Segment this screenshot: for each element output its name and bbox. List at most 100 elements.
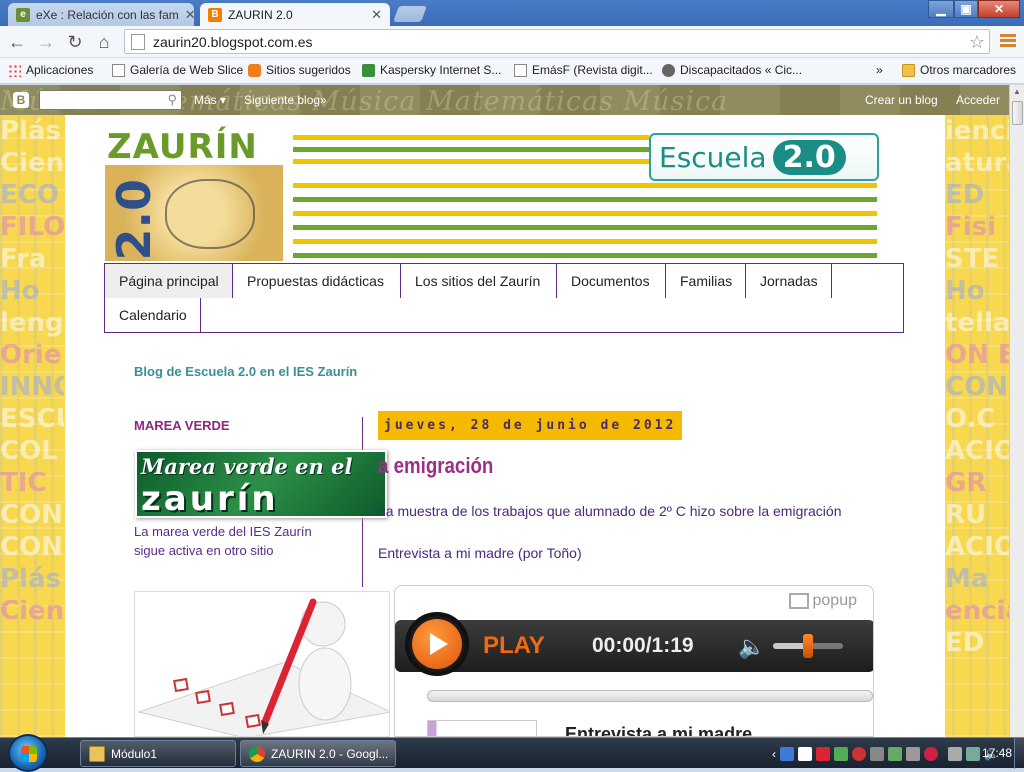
popup-button[interactable]: popup	[788, 592, 857, 610]
decorative-word: ED	[945, 628, 985, 658]
tray-app-icon[interactable]	[834, 746, 848, 761]
bookmark-star-icon[interactable]: ☆	[969, 32, 985, 53]
tray-app-icon[interactable]	[870, 746, 884, 761]
suggested-sites-icon	[248, 63, 261, 77]
tab-pagina-principal[interactable]: Página principal	[105, 264, 233, 298]
maximize-button[interactable]: ▣	[954, 0, 978, 18]
close-tab-icon[interactable]: ✕	[371, 7, 382, 23]
decorative-word: Ma	[945, 564, 989, 594]
tray-app-icon[interactable]	[816, 746, 830, 761]
bookmark-kaspersky[interactable]: Kaspersky Internet S...	[362, 63, 501, 77]
marea-verde-caption[interactable]: La marea verde del IES Zaurín sigue acti…	[134, 522, 344, 560]
time-readout: 00:00/1:19	[592, 634, 694, 657]
banner-stripe	[293, 183, 877, 188]
decorative-word: ACIO	[945, 436, 1009, 466]
volume-knob[interactable]	[803, 634, 813, 658]
tray-app-icon[interactable]	[780, 746, 794, 761]
decorative-word: Plás	[0, 564, 61, 594]
tab-propuestas-didacticas[interactable]: Propuestas didácticas	[233, 264, 401, 298]
volume-slider[interactable]	[773, 634, 843, 658]
taskbar-item-chrome[interactable]: ZAURIN 2.0 - Googl...	[240, 740, 396, 767]
audio-progress-bar[interactable]	[427, 690, 873, 702]
blog-search-input[interactable]: ⚲	[39, 90, 182, 110]
left-decorative-words: PlásCienECOFILOFraHolenguOrieINNOESCUCOL…	[0, 115, 64, 737]
decorative-word: Ho	[945, 276, 985, 306]
tray-app-icon[interactable]	[924, 746, 938, 761]
tab-zaurin[interactable]: B ZAURIN 2.0 ✕	[200, 3, 390, 26]
forward-arrow-icon[interactable]: →	[35, 32, 57, 52]
close-window-button[interactable]: ✕	[978, 0, 1020, 18]
banner-stripe	[293, 159, 649, 164]
decorative-word: STE	[945, 244, 1000, 274]
post-title[interactable]: a emigración	[378, 453, 493, 479]
reload-icon[interactable]: ↻	[64, 32, 86, 52]
decorative-word: Plás	[0, 116, 61, 146]
back-arrow-icon[interactable]: ←	[6, 32, 28, 52]
blog-content: ZAURÍN 2.0 Escuela 2.0 Página principal …	[65, 115, 945, 737]
volume-icon[interactable]: 🔈	[738, 634, 765, 660]
bookmark-emasf[interactable]: EmásF (Revista digit...	[514, 63, 653, 77]
tab-sitios-zaurin[interactable]: Los sitios del Zaurín	[401, 264, 557, 298]
play-button[interactable]	[405, 612, 469, 676]
tab-title: eXe : Relación con las fam	[36, 7, 179, 22]
tray-app-icon[interactable]	[852, 746, 866, 761]
search-icon[interactable]: ⚲	[167, 92, 177, 108]
tab-exe[interactable]: e eXe : Relación con las fam ✕	[8, 3, 194, 26]
start-button[interactable]	[8, 734, 48, 772]
taskbar-item-modulo1[interactable]: Módulo1	[80, 740, 236, 767]
tab-documentos[interactable]: Documentos	[557, 264, 666, 298]
home-icon[interactable]: ⌂	[93, 32, 115, 52]
decorative-word: RU	[945, 500, 987, 530]
blog-header-banner[interactable]: ZAURÍN 2.0 Escuela 2.0	[105, 127, 879, 262]
address-bar[interactable]: zaurin20.blogspot.com.es ☆	[124, 29, 990, 54]
more-menu-button[interactable]: Más ▾	[194, 93, 226, 107]
tray-app-icon[interactable]	[906, 746, 920, 761]
windows-logo-icon	[21, 746, 37, 762]
tab-jornadas[interactable]: Jornadas	[746, 264, 832, 298]
page-scrollbar[interactable]: ▲	[1009, 85, 1024, 737]
play-label[interactable]: PLAY	[483, 632, 545, 660]
chrome-menu-icon[interactable]	[1000, 34, 1016, 49]
browser-titlebar: e eXe : Relación con las fam ✕ B ZAURIN …	[0, 0, 1024, 26]
create-blog-link[interactable]: Crear un blog	[865, 93, 938, 107]
minimize-button[interactable]: ▁	[928, 0, 954, 18]
apps-grid-icon	[8, 63, 21, 77]
bookmark-apps[interactable]: Aplicaciones	[8, 63, 93, 77]
bookmarks-overflow-button[interactable]: »	[876, 63, 883, 77]
blog-page: PlásCienECOFILOFraHolenguOrieINNOESCUCOL…	[0, 115, 1009, 737]
taskbar-clock[interactable]: 17:48	[982, 746, 1012, 760]
tribal-figure-icon	[165, 179, 255, 249]
tab-familias[interactable]: Familias	[666, 264, 746, 298]
audio-title: Entrevista a mi madre	[565, 724, 753, 737]
scroll-up-arrow-icon[interactable]: ▲	[1012, 87, 1022, 97]
tray-app-icon[interactable]	[798, 746, 812, 761]
action-center-icon[interactable]	[948, 746, 962, 761]
marea-verde-banner[interactable]: Marea verde en el zaurín	[135, 450, 387, 518]
bookmark-discapacitados[interactable]: Discapacitados « Cic...	[662, 63, 802, 77]
bookmark-web-slice[interactable]: Galería de Web Slice	[112, 63, 243, 77]
player-controls: PLAY 00:00/1:19 🔈	[395, 612, 873, 676]
close-tab-icon[interactable]: ✕	[185, 7, 194, 23]
scrollbar-thumb[interactable]	[1012, 101, 1023, 125]
tab-title: ZAURIN 2.0	[228, 7, 293, 22]
bookmarks-bar: Aplicaciones Galería de Web Slice Sitios…	[0, 58, 1024, 84]
decorative-word: TIC	[0, 468, 47, 498]
new-tab-button[interactable]	[393, 6, 427, 22]
network-icon[interactable]	[888, 746, 902, 761]
decorative-word: CON	[0, 500, 63, 530]
tray-expand-icon[interactable]: ‹	[772, 747, 776, 761]
bookmark-suggested-sites[interactable]: Sitios sugeridos	[248, 63, 351, 77]
blogger-logo-icon[interactable]: B	[13, 92, 29, 108]
decorative-word: FILO	[0, 212, 64, 242]
next-blog-link[interactable]: Siguiente blog»	[244, 93, 327, 107]
page-icon	[131, 33, 145, 50]
sign-in-link[interactable]: Acceder	[956, 93, 1000, 107]
other-bookmarks-folder[interactable]: Otros marcadores	[902, 63, 1016, 77]
banner-stripe	[293, 147, 649, 152]
tab-calendario[interactable]: Calendario	[105, 298, 201, 332]
url-text: zaurin20.blogspot.com.es	[153, 33, 313, 50]
decorative-word: Cien	[0, 148, 64, 178]
power-icon[interactable]	[966, 746, 980, 761]
show-desktop-button[interactable]	[1014, 738, 1024, 769]
pencil-checklist-image[interactable]	[134, 591, 390, 737]
